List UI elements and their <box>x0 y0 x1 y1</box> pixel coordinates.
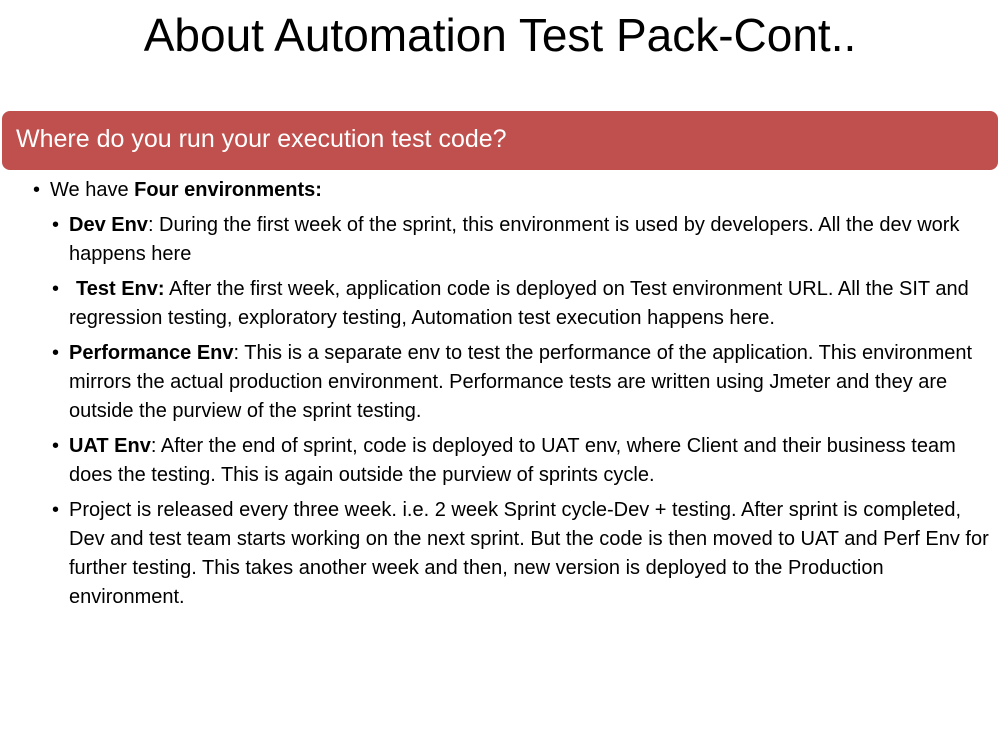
list-item-label: UAT Env <box>69 435 151 457</box>
list-item-label: Performance Env <box>69 342 234 364</box>
intro-bullet: • We have Four environments: <box>0 176 950 205</box>
list-item-text: Test Env: After the first week, applicat… <box>69 275 990 333</box>
list-item-text: UAT Env: After the end of sprint, code i… <box>69 432 990 490</box>
intro-bold: Four environments: <box>134 179 322 201</box>
slide-content: • We have Four environments: • Dev Env: … <box>0 176 1000 612</box>
list-item-text: Performance Env: This is a separate env … <box>69 339 990 426</box>
list-item-text: Project is released every three week. i.… <box>69 496 990 612</box>
section-header-text: Where do you run your execution test cod… <box>16 124 507 153</box>
bullet-icon: • <box>52 499 60 521</box>
section-header-bar: Where do you run your execution test cod… <box>2 111 998 170</box>
list-item-label: Dev Env <box>69 214 148 236</box>
list-item-body: : During the first week of the sprint, t… <box>69 214 960 265</box>
list-item-performance-env: • Performance Env: This is a separate en… <box>0 339 990 426</box>
list-item-label: Test Env: <box>76 278 165 300</box>
list-item-test-env: • Test Env: After the first week, applic… <box>0 275 990 333</box>
list-item-release-cycle: • Project is released every three week. … <box>0 496 990 612</box>
list-item-body: Project is released every three week. i.… <box>69 499 989 608</box>
bullet-icon: • <box>52 214 60 236</box>
list-item-body: : After the end of sprint, code is deplo… <box>69 435 956 486</box>
bullet-icon: • <box>52 342 60 364</box>
list-item-text: Dev Env: During the first week of the sp… <box>69 211 990 269</box>
bullet-icon: • <box>52 278 60 300</box>
bullet-icon: • <box>33 179 41 201</box>
intro-prefix: We have <box>50 179 135 201</box>
list-item-body: After the first week, application code i… <box>69 278 969 329</box>
list-item-dev-env: • Dev Env: During the first week of the … <box>0 211 990 269</box>
bullet-icon: • <box>52 435 60 457</box>
list-item-uat-env: • UAT Env: After the end of sprint, code… <box>0 432 990 490</box>
slide-title: About Automation Test Pack-Cont.. <box>143 9 857 61</box>
